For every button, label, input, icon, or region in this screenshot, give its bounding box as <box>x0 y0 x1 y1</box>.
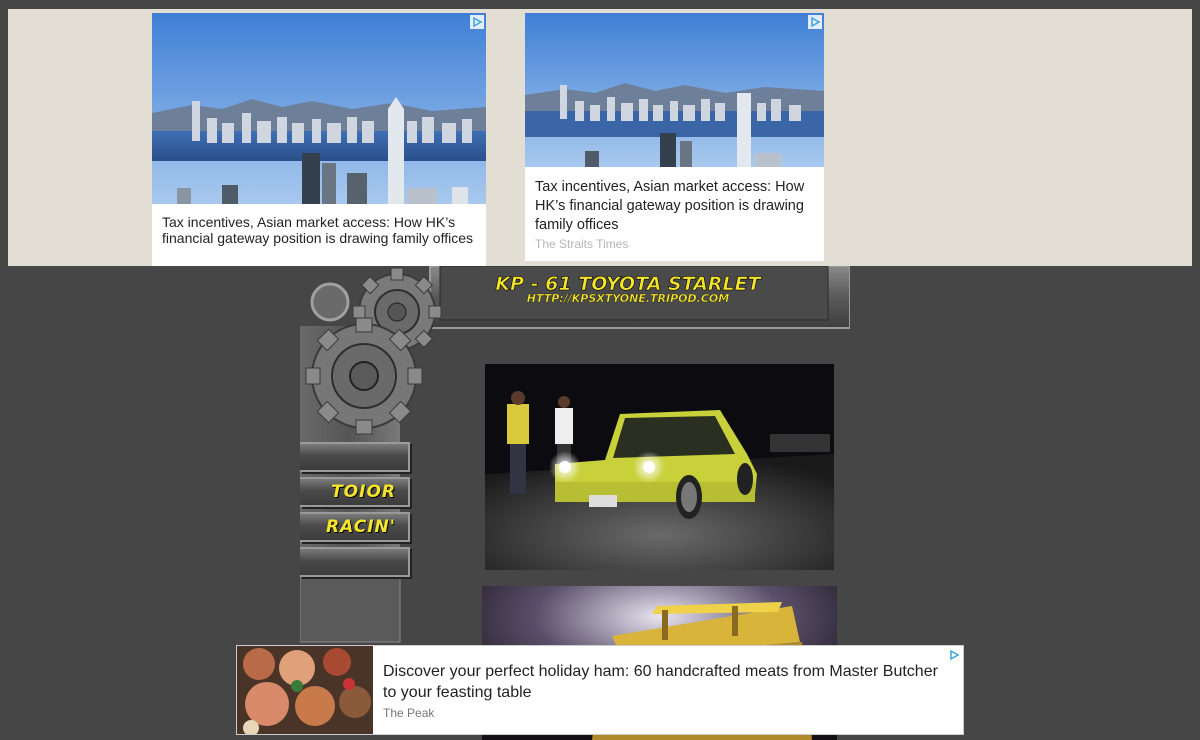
ad-card-hk-right[interactable]: Tax incentives, Asian market access: How… <box>525 13 824 261</box>
nav-button-toior[interactable]: TOIOR <box>300 477 410 507</box>
ad-image-hong-kong-skyline[interactable] <box>152 13 486 204</box>
ad-headline[interactable]: Tax incentives, Asian market access: How… <box>162 214 476 246</box>
nav-button-blank-2[interactable] <box>300 547 410 577</box>
ad-image-holiday-ham[interactable] <box>237 646 373 734</box>
nav-button-blank-1[interactable] <box>300 442 410 472</box>
top-ad-banner: Tax incentives, Asian market access: How… <box>8 9 1192 266</box>
ad-source: The Straits Times <box>535 237 629 251</box>
bottom-ad-card[interactable]: Discover your perfect holiday ham: 60 ha… <box>236 645 964 735</box>
adchoices-icon[interactable] <box>947 648 961 662</box>
adchoices-icon[interactable] <box>808 15 822 29</box>
ad-card-hk-left[interactable]: Tax incentives, Asian market access: How… <box>152 13 486 266</box>
ad-headline[interactable]: Discover your perfect holiday ham: 60 ha… <box>383 662 953 704</box>
site-url: HTTP://KPSXTYONE.TRIPOD.COM <box>527 292 729 305</box>
nav-button-racin[interactable]: RACIN' <box>300 512 410 542</box>
photo-yellow-starlet[interactable] <box>485 364 834 570</box>
adchoices-icon[interactable] <box>470 15 484 29</box>
ad-image-hong-kong-skyline[interactable] <box>525 13 824 167</box>
ad-source: The Peak <box>383 706 435 720</box>
ad-headline[interactable]: Tax incentives, Asian market access: How… <box>535 178 814 235</box>
